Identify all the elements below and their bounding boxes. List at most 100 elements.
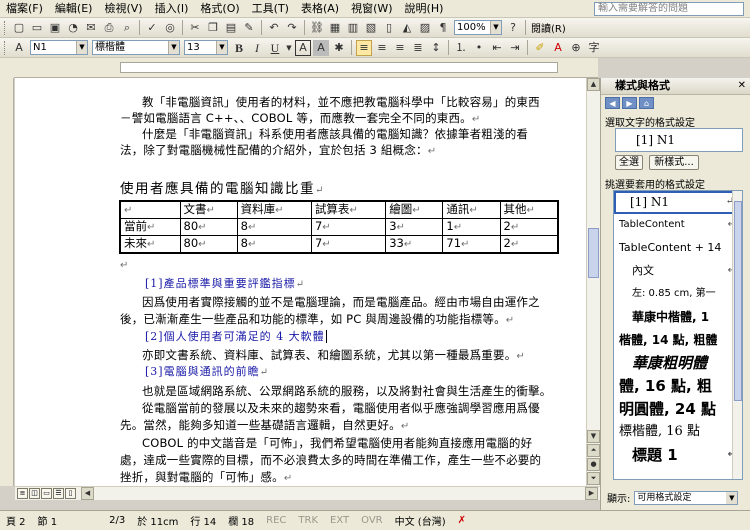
- table-cell[interactable]: 其他↵: [499, 200, 559, 219]
- decrease-indent-icon[interactable]: ⇤: [489, 40, 505, 56]
- bold-icon[interactable]: B: [231, 40, 247, 56]
- scroll-right-icon[interactable]: ▶: [585, 487, 598, 500]
- enclose-char-icon[interactable]: 字: [586, 40, 602, 56]
- table-cell[interactable]: 當前↵: [119, 218, 181, 236]
- highlight-icon[interactable]: ✐: [532, 40, 548, 56]
- menu-table[interactable]: 表格(A): [295, 1, 345, 17]
- table-cell[interactable]: 33↵: [385, 235, 444, 254]
- chevron-down-icon[interactable]: ▼: [490, 21, 501, 34]
- web-view-icon[interactable]: ◫: [29, 488, 40, 499]
- style-item[interactable]: 左: 0.85 cm, 第一: [614, 283, 742, 306]
- scroll-up-icon[interactable]: ▲: [587, 78, 600, 91]
- style-item[interactable]: 內文↵: [614, 260, 742, 283]
- open-folder-icon[interactable]: ▭: [29, 20, 45, 36]
- status-ext[interactable]: EXT: [324, 515, 355, 526]
- paste-icon[interactable]: ▤: [223, 20, 239, 36]
- style-list-scrollbar[interactable]: [732, 191, 742, 479]
- char-shading-icon[interactable]: A: [313, 39, 329, 56]
- menu-help[interactable]: 說明(H): [399, 1, 450, 17]
- table-cell[interactable]: 1↵: [442, 218, 501, 236]
- table-cell[interactable]: 8↵: [236, 235, 312, 254]
- print-layout-icon[interactable]: ▭: [41, 488, 52, 499]
- styles-pane-icon[interactable]: A: [11, 40, 27, 56]
- home-icon[interactable]: ⌂: [639, 97, 654, 109]
- toolbar-grip[interactable]: [4, 20, 7, 35]
- style-item[interactable]: [1] N1 ↵: [614, 191, 742, 214]
- table-cell[interactable]: 未來↵: [119, 235, 181, 254]
- redo-icon[interactable]: ↷: [284, 20, 300, 36]
- selected-style-box[interactable]: [1] N1: [615, 128, 743, 152]
- toolbar-grip[interactable]: [4, 40, 7, 55]
- chevron-down-icon[interactable]: ▼: [285, 40, 293, 56]
- help-search-input[interactable]: 輸入需要解答的問題: [594, 2, 744, 16]
- align-center-icon[interactable]: ≡: [374, 40, 390, 56]
- bullets-icon[interactable]: •: [471, 40, 487, 56]
- style-item[interactable]: 華康粗明體: [614, 352, 742, 375]
- undo-icon[interactable]: ↶: [266, 20, 282, 36]
- table-cell[interactable]: 80↵: [179, 235, 238, 254]
- align-right-icon[interactable]: ≡: [392, 40, 408, 56]
- normal-view-icon[interactable]: ≡: [17, 488, 28, 499]
- style-item[interactable]: 明圓體, 24 點: [614, 398, 742, 421]
- columns-icon[interactable]: ▯: [381, 20, 397, 36]
- hyperlink-icon[interactable]: ⛓: [309, 20, 325, 36]
- align-justify-icon[interactable]: ≡: [356, 39, 372, 56]
- style-item[interactable]: 體, 16 點, 粗: [614, 375, 742, 398]
- table-cell[interactable]: 繪圖↵: [385, 200, 444, 219]
- help-icon[interactable]: ?: [505, 20, 521, 36]
- style-item[interactable]: 華康中楷體, 1: [614, 306, 742, 329]
- document-map-icon[interactable]: ▨: [417, 20, 433, 36]
- table-cell[interactable]: 2↵: [499, 235, 559, 254]
- style-item[interactable]: 楷體, 14 點, 粗體: [614, 329, 742, 352]
- scroll-down-icon[interactable]: ▼: [587, 430, 600, 443]
- next-page-icon[interactable]: ⏷: [587, 472, 600, 485]
- horizontal-ruler[interactable]: [14, 58, 598, 78]
- menu-edit[interactable]: 編輯(E): [49, 1, 99, 17]
- distributed-icon[interactable]: ≣: [410, 40, 426, 56]
- table-cell[interactable]: 試算表↵: [310, 200, 387, 219]
- reading-view-icon[interactable]: ▯: [65, 488, 76, 499]
- italic-icon[interactable]: I: [249, 40, 265, 56]
- style-list[interactable]: [1] N1↵ TableContent↵ TableContent + 14 …: [613, 190, 743, 480]
- spelling-icon[interactable]: ✓: [144, 20, 160, 36]
- previous-page-icon[interactable]: ⏶: [587, 444, 600, 457]
- table-cell[interactable]: 通訊↵: [442, 200, 501, 219]
- forward-icon[interactable]: ▶: [622, 97, 637, 109]
- chevron-down-icon[interactable]: ▼: [726, 491, 738, 504]
- status-ovr[interactable]: OVR: [355, 515, 388, 526]
- select-all-button[interactable]: 全選: [615, 155, 643, 170]
- drawing-icon[interactable]: ◭: [399, 20, 415, 36]
- table-cell[interactable]: ↵: [119, 200, 181, 219]
- phonetic-guide-icon[interactable]: ⊕: [568, 40, 584, 56]
- pane-title[interactable]: 樣式與格式: [601, 78, 750, 95]
- close-icon[interactable]: ✕: [738, 80, 746, 91]
- menu-window[interactable]: 視窗(W): [345, 1, 398, 17]
- permission-icon[interactable]: ◔: [65, 20, 81, 36]
- table-cell[interactable]: 7↵: [310, 235, 387, 254]
- table-cell[interactable]: 文書↵: [179, 200, 238, 219]
- menu-tools[interactable]: 工具(T): [246, 1, 295, 17]
- back-icon[interactable]: ◀: [605, 97, 620, 109]
- insert-table-icon[interactable]: ▥: [345, 20, 361, 36]
- outline-view-icon[interactable]: ☰: [53, 488, 64, 499]
- menu-file[interactable]: 檔案(F): [0, 1, 49, 17]
- style-item[interactable]: 標楷體, 16 點: [614, 421, 742, 444]
- font-size-select[interactable]: 13 ▼: [184, 40, 228, 55]
- style-select[interactable]: N1 ▼: [30, 40, 88, 55]
- copy-icon[interactable]: ❐: [205, 20, 221, 36]
- style-item[interactable]: TableContent + 14: [614, 237, 742, 260]
- cut-icon[interactable]: ✂: [187, 20, 203, 36]
- table-cell[interactable]: 71↵: [442, 235, 501, 254]
- new-document-icon[interactable]: ▢: [11, 20, 27, 36]
- char-scale-icon[interactable]: ✱: [331, 40, 347, 56]
- line-spacing-icon[interactable]: ↕: [428, 40, 444, 56]
- chevron-down-icon[interactable]: ▼: [168, 41, 179, 54]
- tables-borders-icon[interactable]: ▦: [327, 20, 343, 36]
- chevron-down-icon[interactable]: ▼: [76, 41, 87, 54]
- print-preview-icon[interactable]: ⌕: [119, 20, 135, 36]
- table-cell[interactable]: 8↵: [236, 218, 312, 236]
- format-painter-icon[interactable]: ✎: [241, 20, 257, 36]
- status-rec[interactable]: REC: [260, 515, 292, 526]
- email-icon[interactable]: ✉: [83, 20, 99, 36]
- new-style-button[interactable]: 新樣式...: [649, 155, 699, 170]
